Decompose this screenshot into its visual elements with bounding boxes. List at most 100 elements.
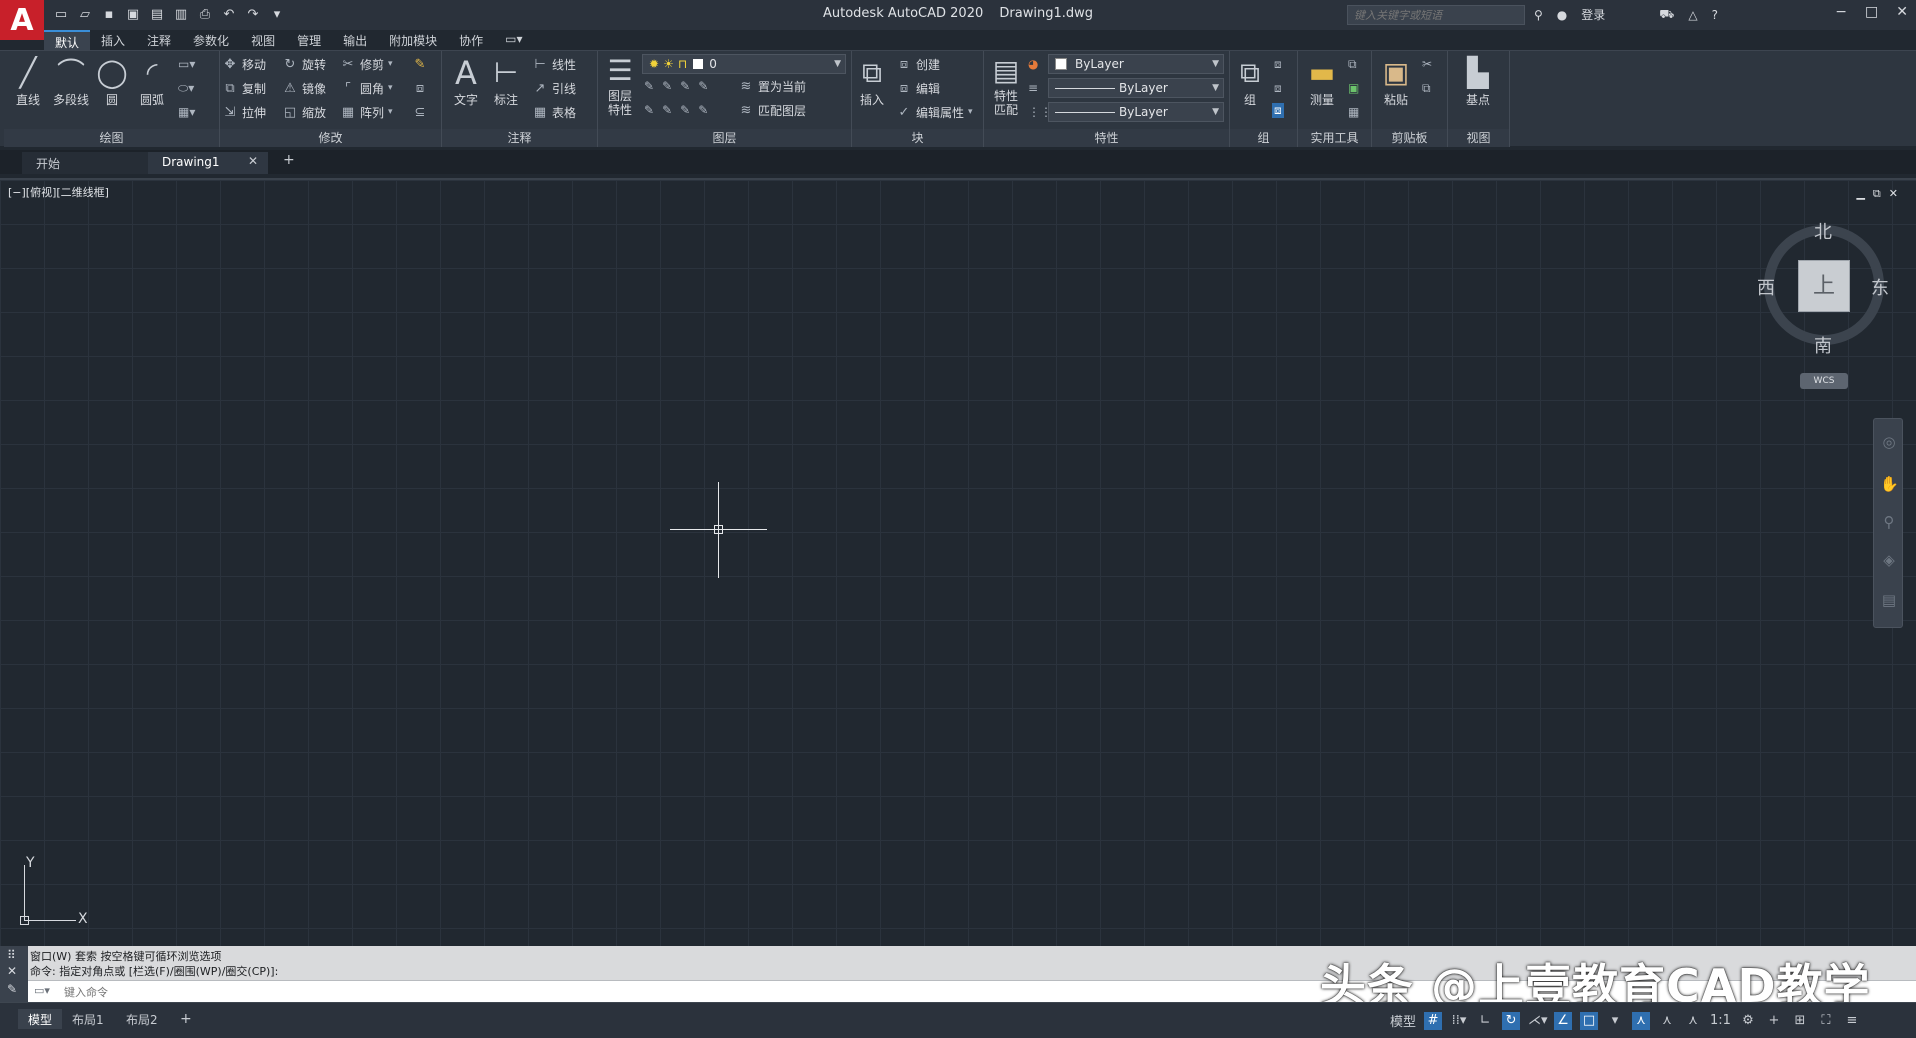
layout-tab-1[interactable]: 布局1 (62, 1009, 114, 1029)
new-tab-icon[interactable]: + (283, 152, 295, 168)
plot-icon[interactable]: ⎙ (196, 5, 214, 23)
paste-button[interactable]: ▣ 粘贴 (1376, 55, 1416, 108)
color-wheel-icon[interactable]: ◕ (1028, 57, 1038, 71)
trim-button[interactable]: ✂ 修剪 ▾ (340, 54, 393, 74)
layer-freeze-icon[interactable]: ✎ (680, 79, 690, 93)
binoculars-icon[interactable]: ⚲ (1534, 8, 1543, 22)
auto-scale-icon[interactable]: ⋏ (1658, 1012, 1676, 1030)
move-button[interactable]: ✥ 移动 (222, 54, 266, 74)
group-select-icon[interactable]: ⧈ (1272, 103, 1284, 118)
gear-icon[interactable]: ⚙ (1739, 1012, 1757, 1030)
linear-button[interactable]: ⊢ 线性 (532, 54, 576, 74)
layout-tab-model[interactable]: 模型 (18, 1009, 63, 1029)
ortho-icon[interactable]: ∟ (1476, 1012, 1494, 1030)
object-snap-icon[interactable]: □ (1580, 1011, 1599, 1030)
lineweight-dropdown[interactable]: ByLayer ▼ (1048, 102, 1224, 122)
autodesk-a360-icon[interactable]: △ (1688, 8, 1697, 22)
viewcube-top-face[interactable]: 上 (1798, 260, 1850, 312)
layer-thaw-icon[interactable]: ✎ (680, 103, 690, 117)
line-button[interactable]: ╱ 直线 (8, 55, 48, 108)
groups-panel-title[interactable]: 组 (1230, 129, 1297, 147)
annotation-scale-icon[interactable]: ⋏ (1684, 1012, 1702, 1030)
fillet-button[interactable]: ⌜ 圆角 ▾ (340, 78, 393, 98)
layer-on-icon[interactable]: ✎ (644, 103, 654, 117)
customization-menu-icon[interactable]: ≡ (1843, 1012, 1861, 1030)
zoom-icon[interactable]: ⚲ (1880, 513, 1898, 531)
cut-icon[interactable]: ✂ (1422, 57, 1432, 71)
calculator-icon[interactable]: ▦ (1348, 105, 1359, 119)
command-prompt-icon[interactable]: ▭▾ (34, 984, 50, 997)
layout-tab-2[interactable]: 布局2 (116, 1009, 168, 1029)
group-edit-icon[interactable]: ⧈ (1274, 81, 1282, 96)
rotate-button[interactable]: ↻ 旋转 (282, 54, 326, 74)
quick-select-icon[interactable]: ⧉ (1348, 57, 1357, 72)
ellipse-icon[interactable]: ⬭▾ (178, 81, 194, 96)
rectangle-icon[interactable]: ▭▾ (178, 57, 195, 71)
compass-east[interactable]: 东 (1871, 274, 1889, 300)
object-snap-tracking-icon[interactable]: ∠ (1554, 1011, 1573, 1030)
polyline-button[interactable]: ⌒ 多段线 (48, 55, 94, 108)
snap-icon[interactable]: ⁞⁞▾ (1450, 1012, 1468, 1030)
save-web-icon[interactable]: ▥ (172, 5, 190, 23)
help-icon[interactable]: ? (1712, 8, 1718, 22)
layers-panel-title[interactable]: 图层 (598, 129, 851, 147)
linetype-icon[interactable]: ≡ (1028, 81, 1038, 95)
match-layer-button[interactable]: ≋ 匹配图层 (738, 100, 806, 120)
layer-isolate-icon[interactable]: ✎ (662, 79, 672, 93)
tab-start[interactable]: 开始 (22, 152, 148, 174)
set-current-button[interactable]: ≋ 置为当前 (738, 76, 806, 96)
command-input[interactable] (62, 983, 662, 1001)
scale-value[interactable]: 1:1 (1710, 1013, 1731, 1028)
edit-attributes-button[interactable]: ✓ 编辑属性 ▾ (896, 102, 973, 122)
measure-button[interactable]: ▬ 测量 (1302, 55, 1342, 108)
explode-button[interactable]: ⧈ (412, 78, 428, 98)
viewport-close-icon[interactable]: ✕ (1889, 187, 1898, 201)
layer-unisolate-icon[interactable]: ✎ (662, 103, 672, 117)
tab-collaborate[interactable]: 协作 (448, 30, 494, 50)
offset-button[interactable]: ⊆ (412, 102, 428, 122)
base-button[interactable]: ▙ 基点 (1458, 55, 1498, 108)
modify-panel-title[interactable]: 修改 (220, 129, 441, 147)
compass-south[interactable]: 南 (1814, 332, 1832, 358)
close-tab-icon[interactable]: ✕ (248, 154, 258, 168)
add-layout-icon[interactable]: + (170, 1009, 202, 1029)
block-panel-title[interactable]: 块 (852, 129, 983, 147)
select-all-icon[interactable]: ▣ (1348, 81, 1359, 95)
edit-block-button[interactable]: ⧈ 编辑 (896, 78, 940, 98)
create-block-button[interactable]: ⧈ 创建 (896, 54, 940, 74)
annotation-panel-title[interactable]: 注释 (442, 129, 597, 147)
mirror-button[interactable]: ⚠ 镜像 (282, 78, 326, 98)
utilities-panel-title[interactable]: 实用工具 (1298, 129, 1371, 147)
tab-parametric[interactable]: 参数化 (182, 30, 240, 50)
plus-icon[interactable]: + (1765, 1012, 1783, 1030)
wrench-icon[interactable]: ✎ (7, 982, 17, 996)
isodraft-icon[interactable]: ⋌▾ (1528, 1012, 1548, 1030)
undo-icon[interactable]: ↶ (220, 5, 238, 23)
tab-home[interactable]: 默认 (44, 30, 91, 50)
pan-icon[interactable]: ✋ (1880, 475, 1899, 493)
customize-qat-icon[interactable]: ▾ (268, 5, 286, 23)
wcs-menu-button[interactable]: WCS (1800, 373, 1848, 389)
layer-lock-icon[interactable]: ✎ (698, 79, 708, 93)
array-button[interactable]: ▦ 阵列 ▾ (340, 102, 393, 122)
close-command-line-icon[interactable]: ✕ (7, 964, 17, 978)
text-button[interactable]: A 文字 (446, 55, 486, 108)
save-icon[interactable]: ▪ (100, 5, 118, 23)
polar-icon[interactable]: ↻ (1502, 1011, 1521, 1030)
isolate-objects-icon[interactable]: ⊞ (1791, 1012, 1809, 1030)
fullscreen-icon[interactable]: ⛶ (1817, 1012, 1835, 1030)
erase-button[interactable]: ✎ (412, 54, 428, 74)
tab-featured-apps-icon[interactable]: ▭▾ (494, 30, 533, 50)
steering-wheel-icon[interactable]: ◎ (1880, 433, 1898, 451)
match-properties-button[interactable]: ▤ 特性 匹配 (986, 53, 1026, 117)
layer-unlock-icon[interactable]: ✎ (698, 103, 708, 117)
new-file-icon[interactable]: ▭ (52, 5, 70, 23)
application-menu-button[interactable]: A (0, 0, 44, 40)
orbit-icon[interactable]: ◈ (1880, 551, 1898, 569)
layer-dropdown[interactable]: ✹ ☀ ⊓ 0 ▼ (642, 54, 846, 74)
scale-button[interactable]: ◱ 缩放 (282, 102, 326, 122)
color-dropdown[interactable]: ByLayer ▼ (1048, 54, 1224, 74)
circle-button[interactable]: ◯ 圆 (92, 55, 132, 108)
tab-insert[interactable]: 插入 (90, 30, 136, 50)
grip-icon[interactable]: ⠿ (7, 948, 16, 962)
